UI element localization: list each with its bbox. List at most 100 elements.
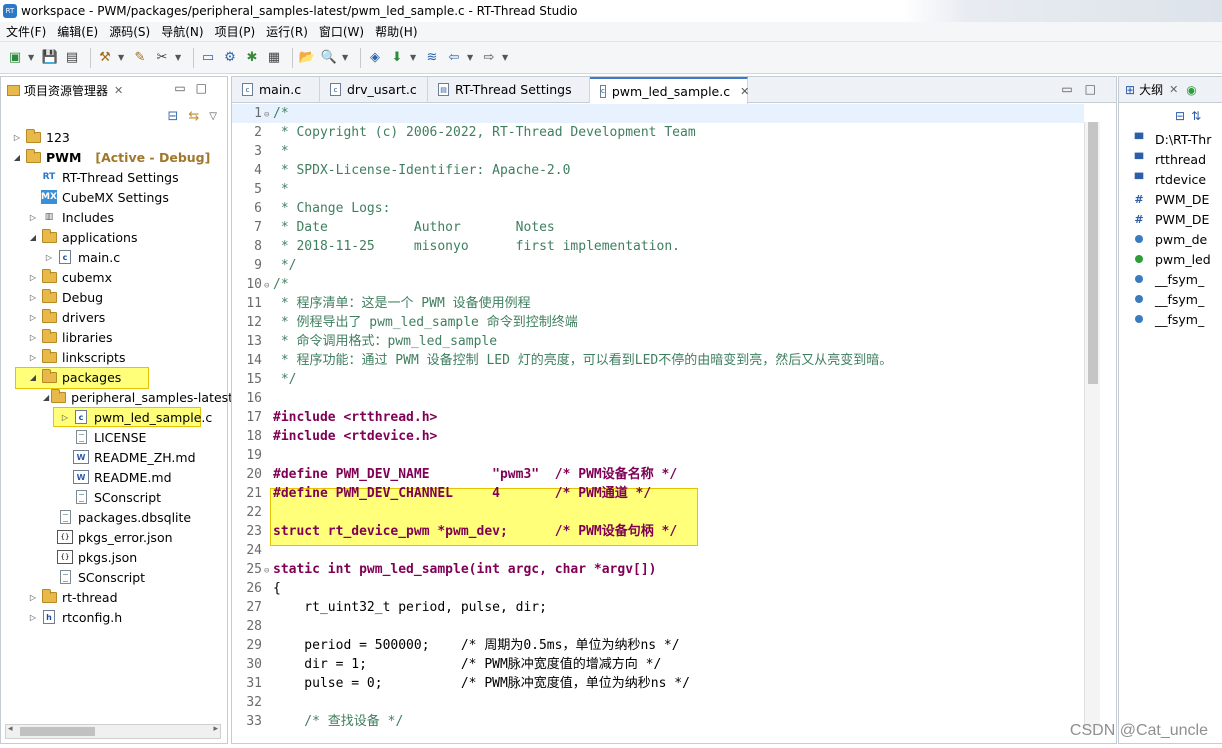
scrollbar-thumb[interactable] bbox=[20, 727, 95, 736]
outline-item[interactable]: ▝▘ rtthread bbox=[1119, 149, 1222, 169]
outline-item[interactable]: pwm_de bbox=[1119, 229, 1222, 249]
tree-item-cubemx[interactable]: ▷ cubemx bbox=[1, 267, 227, 287]
menu-source[interactable]: 源码(S) bbox=[109, 23, 150, 40]
sort-az-icon[interactable]: ⇅ bbox=[1191, 109, 1201, 123]
code-area[interactable]: 1 ⊖/* 2 * Copyright (c) 2006-2022, RT-Thr… bbox=[232, 104, 1084, 744]
build-dropdown-icon[interactable]: ▼ bbox=[118, 53, 126, 62]
tree-item-packages[interactable]: ◢ packages bbox=[1, 367, 227, 387]
outline-item[interactable]: __fsym_ bbox=[1119, 289, 1222, 309]
tab-pwm-led-sample-c[interactable]: c pwm_led_sample.c ✕ bbox=[590, 76, 749, 104]
menu-project[interactable]: 项目(P) bbox=[215, 23, 256, 40]
menu-edit[interactable]: 编辑(E) bbox=[57, 23, 98, 40]
collapse-all-icon[interactable]: ⊟ bbox=[167, 109, 178, 124]
open-folder-icon[interactable]: 📂 bbox=[298, 49, 316, 67]
expand-arrow-icon[interactable]: ▷ bbox=[27, 313, 39, 322]
back-arrow-icon[interactable]: ⇦ bbox=[445, 49, 463, 67]
tab-main-c[interactable]: c main.c bbox=[232, 76, 320, 103]
editor-min-max-icons[interactable]: ▭□ bbox=[1061, 82, 1108, 96]
monitor-icon[interactable]: ▭ bbox=[199, 49, 217, 67]
tools-dropdown-icon[interactable]: ▼ bbox=[175, 53, 183, 62]
new-icon[interactable]: ▣ bbox=[6, 49, 24, 67]
menu-navigate[interactable]: 导航(N) bbox=[161, 23, 203, 40]
tree-item-main-c[interactable]: ▷ c main.c bbox=[1, 247, 227, 267]
other-view-icon[interactable]: ◉ bbox=[1186, 83, 1196, 97]
menu-run[interactable]: 运行(R) bbox=[266, 23, 308, 40]
outline-item[interactable]: ▝▘ rtdevice bbox=[1119, 169, 1222, 189]
tree-item-pkgs-json[interactable]: {} pkgs.json bbox=[1, 547, 227, 567]
download-dropdown-icon[interactable]: ▼ bbox=[410, 53, 418, 62]
tree-item-drivers[interactable]: ▷ drivers bbox=[1, 307, 227, 327]
tree-item-applications[interactable]: ◢ applications bbox=[1, 227, 227, 247]
collapse-arrow-icon[interactable]: ◢ bbox=[11, 153, 23, 162]
settings-gear-icon[interactable]: ⚙ bbox=[221, 49, 239, 67]
tab-drv-usart-c[interactable]: c drv_usart.c bbox=[320, 76, 428, 103]
save-icon[interactable]: 💾 bbox=[41, 49, 59, 67]
tree-item-libraries[interactable]: ▷ libraries bbox=[1, 327, 227, 347]
tools-icon[interactable]: ✂ bbox=[153, 49, 171, 67]
outline-item[interactable]: # PWM_DE bbox=[1119, 209, 1222, 229]
view-menu-icon[interactable]: ▽ bbox=[209, 111, 217, 122]
sdk-manager-icon[interactable]: ◈ bbox=[366, 49, 384, 67]
collapse-arrow-icon[interactable]: ◢ bbox=[27, 233, 39, 242]
collapse-all-icon[interactable]: ⊟ bbox=[1175, 109, 1185, 123]
scroll-right-icon[interactable]: ▸ bbox=[213, 724, 218, 734]
view-min-max-icons[interactable]: ▭□ bbox=[174, 81, 217, 95]
build-hammer-icon[interactable]: ⚒ bbox=[96, 49, 114, 67]
editor-vertical-scrollbar[interactable] bbox=[1084, 122, 1100, 730]
tree-item-rtconfig-h[interactable]: ▷ h rtconfig.h bbox=[1, 607, 227, 627]
tree-item-pwm[interactable]: ◢ PWM [Active - Debug] bbox=[1, 147, 227, 167]
expand-arrow-icon[interactable]: ▷ bbox=[27, 213, 39, 222]
expand-arrow-icon[interactable]: ▷ bbox=[27, 273, 39, 282]
expand-arrow-icon[interactable]: ▷ bbox=[11, 133, 23, 142]
scrollbar-thumb[interactable] bbox=[1088, 122, 1098, 384]
outline-item[interactable]: __fsym_ bbox=[1119, 309, 1222, 329]
expand-arrow-icon[interactable]: ▷ bbox=[59, 413, 71, 422]
expand-arrow-icon[interactable]: ▷ bbox=[27, 333, 39, 342]
download-arrow-icon[interactable]: ⬇ bbox=[388, 49, 406, 67]
close-view-icon[interactable]: ✕ bbox=[1169, 83, 1178, 96]
tab-rt-thread-settings[interactable]: ▤ RT-Thread Settings bbox=[428, 76, 590, 103]
search-dropdown-icon[interactable]: ▼ bbox=[342, 53, 350, 62]
tree-item-linkscripts[interactable]: ▷ linkscripts bbox=[1, 347, 227, 367]
layers-icon[interactable]: ≋ bbox=[423, 49, 441, 67]
menu-help[interactable]: 帮助(H) bbox=[375, 23, 417, 40]
tree-item-readme[interactable]: W README.md bbox=[1, 467, 227, 487]
outline-item[interactable]: # PWM_DE bbox=[1119, 189, 1222, 209]
expand-arrow-icon[interactable]: ▷ bbox=[27, 593, 39, 602]
tree-item-license[interactable]: LICENSE bbox=[1, 427, 227, 447]
expand-arrow-icon[interactable]: ▷ bbox=[27, 293, 39, 302]
tree-item-peripheral-samples[interactable]: ◢ peripheral_samples-latest bbox=[1, 387, 233, 407]
collapse-arrow-icon[interactable]: ◢ bbox=[27, 373, 39, 382]
tree-item-pkgs-error-json[interactable]: {} pkgs_error.json bbox=[1, 527, 227, 547]
tree-item-debug[interactable]: ▷ Debug bbox=[1, 287, 227, 307]
close-tab-icon[interactable]: ✕ bbox=[740, 85, 749, 98]
explorer-horizontal-scrollbar[interactable]: ◂ ▸ bbox=[5, 724, 221, 739]
expand-arrow-icon[interactable]: ▷ bbox=[27, 613, 39, 622]
outline-item[interactable]: __fsym_ bbox=[1119, 269, 1222, 289]
tree-item-readme-zh[interactable]: W README_ZH.md bbox=[1, 447, 227, 467]
link-editor-icon[interactable]: ⇆ bbox=[188, 109, 199, 124]
tree-item-cubemx-settings[interactable]: MX CubeMX Settings bbox=[1, 187, 227, 207]
new-dropdown-icon[interactable]: ▼ bbox=[28, 53, 36, 62]
tree-item-includes[interactable]: ▷ ▥ Includes bbox=[1, 207, 227, 227]
outline-item[interactable]: pwm_led bbox=[1119, 249, 1222, 269]
expand-arrow-icon[interactable]: ▷ bbox=[43, 253, 55, 262]
search-icon[interactable]: 🔍 bbox=[320, 49, 338, 67]
tree-item-rt-thread-settings[interactable]: RT RT-Thread Settings bbox=[1, 167, 227, 187]
menu-file[interactable]: 文件(F) bbox=[6, 23, 46, 40]
tree-item-123[interactable]: ▷ 123 bbox=[1, 127, 227, 147]
forward-arrow-icon[interactable]: ⇨ bbox=[480, 49, 498, 67]
forward-dropdown-icon[interactable]: ▼ bbox=[502, 53, 510, 62]
debug-bug-icon[interactable]: ✱ bbox=[243, 49, 261, 67]
collapse-arrow-icon[interactable]: ◢ bbox=[43, 393, 49, 402]
back-dropdown-icon[interactable]: ▼ bbox=[467, 53, 475, 62]
tree-item-pwm-led-sample-c[interactable]: ▷ c pwm_led_sample.c bbox=[1, 407, 227, 427]
tree-item-rt-thread[interactable]: ▷ rt-thread bbox=[1, 587, 227, 607]
outline-item[interactable]: ▝▘ D:\RT-Thr bbox=[1119, 129, 1222, 149]
close-view-icon[interactable]: ✕ bbox=[114, 84, 123, 97]
outline-title[interactable]: 大纲 bbox=[1139, 81, 1163, 98]
tree-item-packages-dbsqlite[interactable]: packages.dbsqlite bbox=[1, 507, 227, 527]
clean-icon[interactable]: ✎ bbox=[131, 49, 149, 67]
download-chip-icon[interactable]: ▦ bbox=[265, 49, 283, 67]
scroll-left-icon[interactable]: ◂ bbox=[8, 724, 13, 734]
